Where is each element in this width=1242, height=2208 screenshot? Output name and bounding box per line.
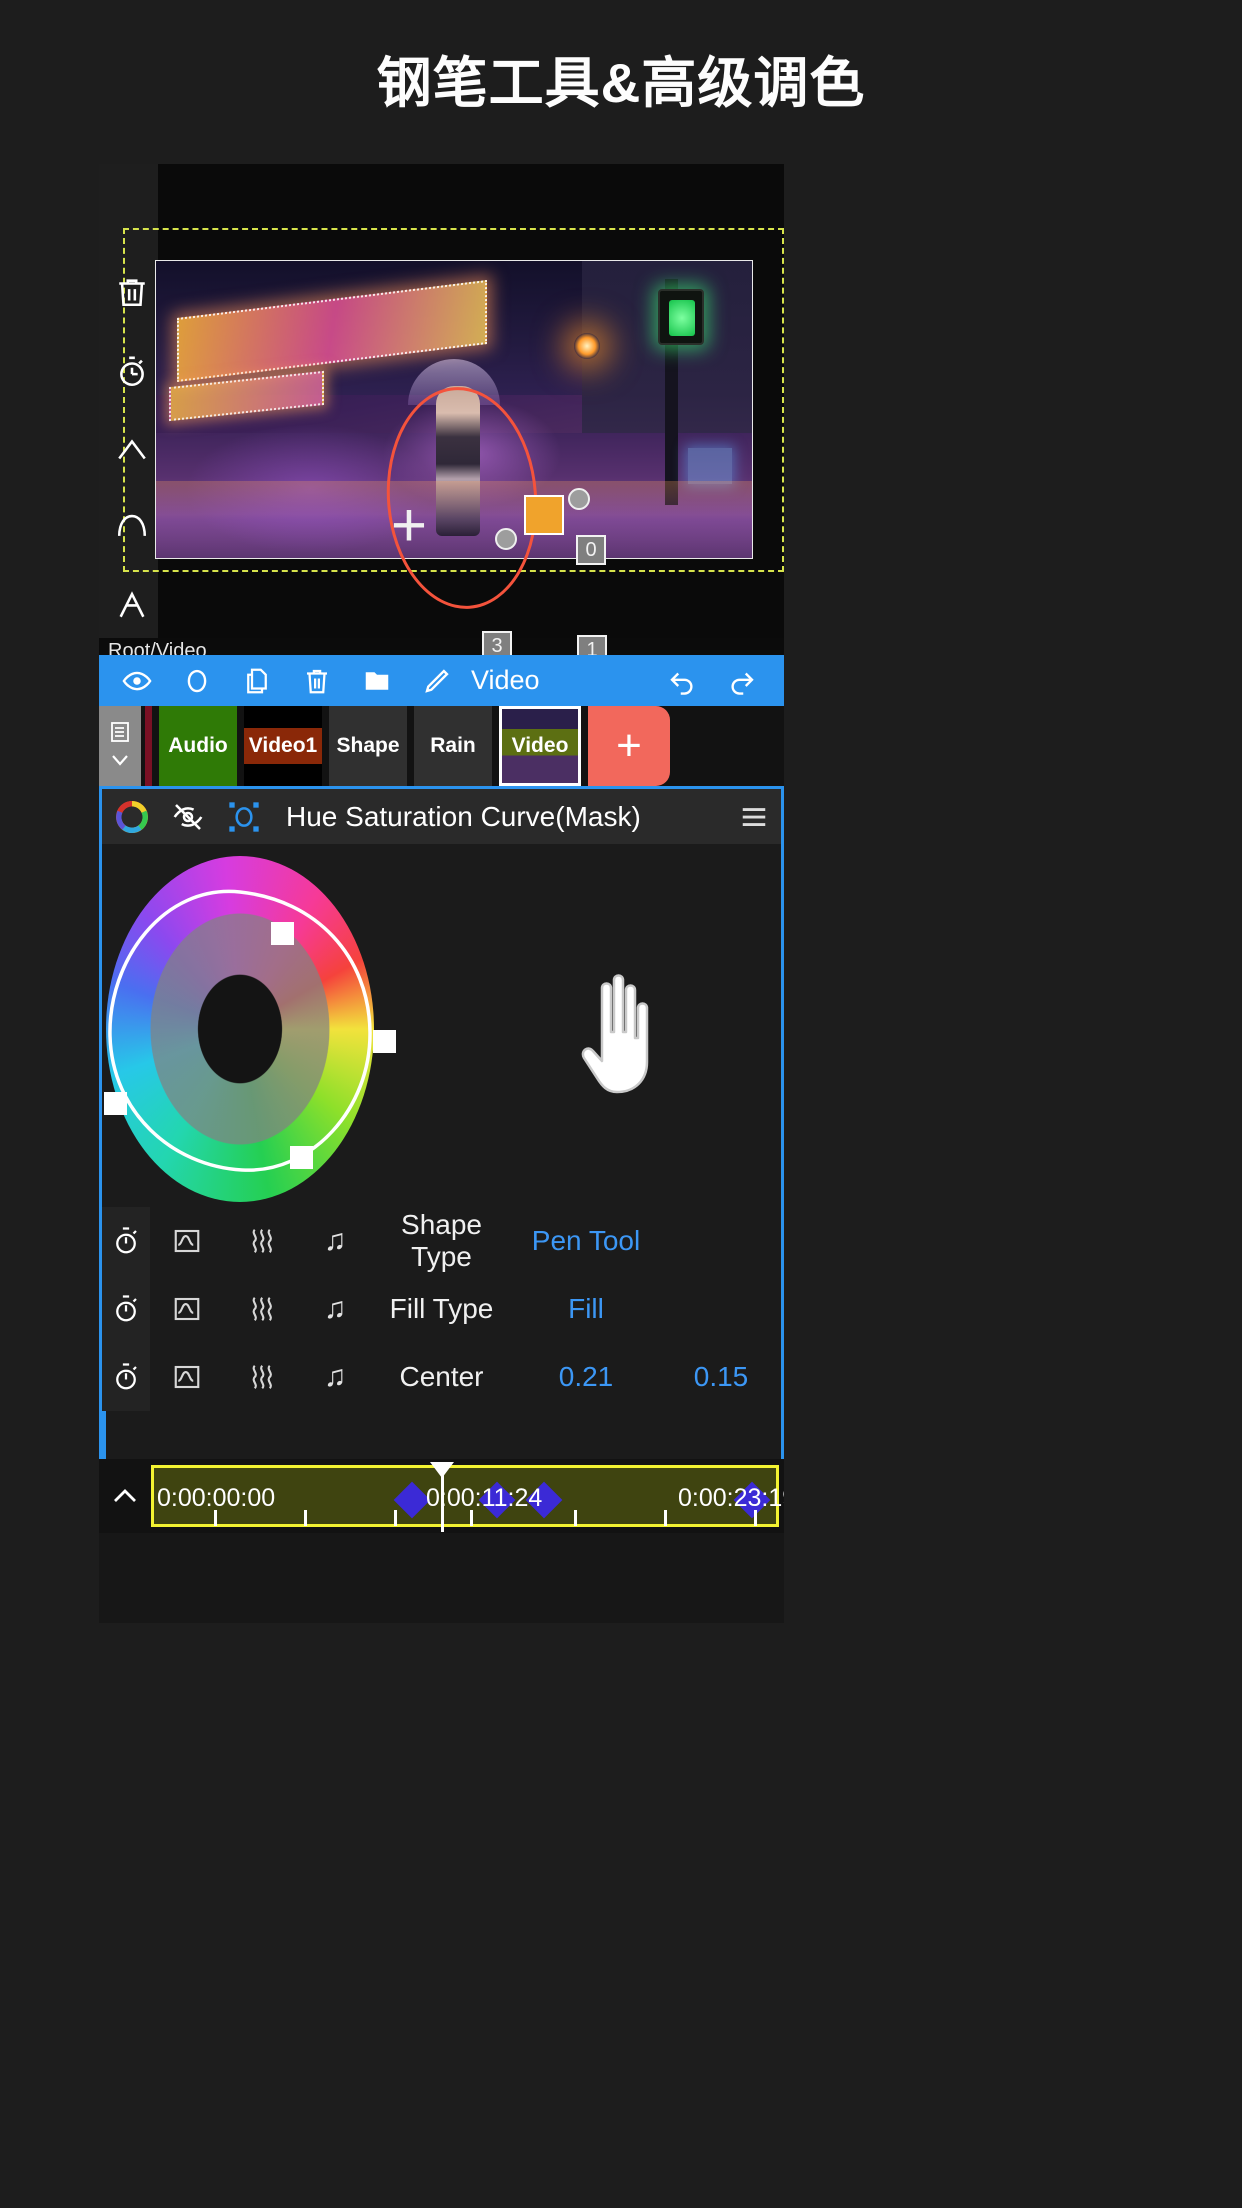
hue-curve-node[interactable] [373, 1030, 396, 1053]
clip-label: Audio [168, 734, 228, 757]
param-label: Fill Type [389, 1293, 494, 1324]
clip-video-selected[interactable]: Video [499, 706, 581, 786]
mask-selection-icon[interactable] [224, 797, 264, 837]
visibility-icon[interactable] [107, 655, 167, 706]
wave-icon[interactable] [224, 1294, 298, 1324]
mask-anchor-active[interactable] [524, 495, 564, 535]
delete-icon[interactable] [287, 655, 347, 706]
trash-icon[interactable] [110, 270, 154, 314]
timeline-track[interactable]: 0:00:00:00 0:00:11:24 0:00:23:19 [151, 1462, 784, 1532]
preview-canvas[interactable]: + 0 1 2 3 [99, 164, 784, 734]
timeline-tick [304, 1510, 307, 1526]
clip-audio[interactable]: Audio [159, 706, 237, 786]
app-screenshot: 钢笔工具&高级调色 + 0 1 3 Root/Video Video Audio… [0, 0, 1242, 2208]
effect-panel-header: Hue Saturation Curve(Mask) [102, 789, 781, 844]
param-row-center[interactable]: ♫ Center 0.21 0.15 [102, 1343, 781, 1411]
mask-node[interactable]: 0 [576, 535, 606, 565]
layer-name-label[interactable]: Video [471, 665, 540, 696]
hue-curve-node[interactable] [104, 1092, 127, 1115]
curve-graph-icon[interactable] [150, 1226, 224, 1256]
hue-curve-path[interactable] [106, 856, 374, 1202]
pen-tool-rail [108, 164, 156, 638]
timeline-tick [574, 1510, 577, 1526]
redo-icon[interactable] [712, 655, 772, 706]
param-value[interactable]: Fill [511, 1293, 661, 1325]
hamburger-menu-icon[interactable] [727, 789, 781, 844]
clip-video1[interactable]: Video1 [244, 706, 322, 786]
clip-rain[interactable]: Rain [414, 706, 492, 786]
hue-saturation-wheel-area[interactable] [102, 844, 781, 1209]
edit-pencil-icon[interactable] [407, 655, 467, 706]
folder-icon[interactable] [347, 655, 407, 706]
music-note-icon[interactable]: ♫ [298, 1224, 372, 1258]
keyframe-stopwatch-icon[interactable] [102, 1207, 150, 1275]
param-row-fill-type[interactable]: ♫ Fill Type Fill [102, 1275, 781, 1343]
chevron-up-icon[interactable] [110, 428, 154, 472]
undo-icon[interactable] [652, 655, 712, 706]
parameter-list[interactable]: ♫ Shape Type Pen Tool ♫ Fill Type Fill ♫… [102, 1207, 781, 1465]
timeline-tick [470, 1510, 473, 1526]
track-marker [145, 706, 152, 786]
move-crosshair-icon: + [390, 491, 428, 560]
duplicate-icon[interactable] [227, 655, 287, 706]
param-value[interactable]: Pen Tool [511, 1225, 661, 1257]
page-title: 钢笔工具&高级调色 [376, 52, 866, 114]
arc-icon[interactable] [110, 504, 154, 548]
timecode-end: 0:00:23:19 [678, 1484, 784, 1512]
clip-label: Video1 [248, 734, 318, 757]
timecode-start: 0:00:00:00 [157, 1484, 276, 1512]
clip-label: Video [511, 734, 569, 757]
phone-screen: + 0 1 2 3 [99, 164, 784, 1533]
stopwatch-icon[interactable] [110, 350, 154, 394]
music-note-icon[interactable]: ♫ [298, 1292, 372, 1326]
layers-list-icon[interactable] [99, 706, 141, 786]
layer-track-strip: Audio Video1 Shape Rain Video + [99, 706, 784, 786]
clip-label: Rain [430, 734, 476, 757]
effect-panel: Hue Saturation Curve(Mask) ♫ Shape Type … [99, 786, 784, 1468]
timeline-tick [394, 1510, 397, 1526]
param-label: Center [399, 1361, 484, 1392]
clip-shape[interactable]: Shape [329, 706, 407, 786]
mask-bezier-handle-1[interactable] [568, 488, 590, 510]
chevron-down-icon [112, 755, 128, 766]
hue-curve-node[interactable] [290, 1146, 313, 1169]
curve-graph-icon[interactable] [150, 1294, 224, 1324]
keyframe-stopwatch-icon[interactable] [102, 1343, 150, 1411]
param-value[interactable]: 0.21 [511, 1361, 661, 1393]
music-note-icon[interactable]: ♫ [298, 1360, 372, 1394]
mask-shape-icon[interactable] [167, 655, 227, 706]
hue-curve-node[interactable] [271, 922, 294, 945]
add-layer-button[interactable]: + [588, 706, 670, 786]
color-wheel-icon[interactable] [112, 797, 152, 837]
timeline-bar: 0:00:00:00 0:00:11:24 0:00:23:19 [99, 1459, 784, 1533]
chevron-up-icon[interactable] [99, 1459, 151, 1533]
keyframe-stopwatch-icon[interactable] [102, 1275, 150, 1343]
curve-graph-icon[interactable] [150, 1362, 224, 1392]
timeline-tick [214, 1510, 217, 1526]
wave-icon[interactable] [224, 1362, 298, 1392]
clip-label: Shape [336, 734, 400, 757]
layer-toolbar: Video [99, 655, 784, 706]
playhead[interactable] [430, 1462, 454, 1532]
keyframe-diamond[interactable] [393, 1481, 431, 1519]
eye-off-icon[interactable] [168, 797, 208, 837]
bottom-filler-strip [99, 1533, 784, 1623]
param-row-shape-type[interactable]: ♫ Shape Type Pen Tool [102, 1207, 781, 1275]
param-value-secondary[interactable]: 0.15 [661, 1361, 781, 1393]
timeline-tick [754, 1510, 757, 1526]
split-icon[interactable] [110, 582, 154, 626]
timeline-tick [664, 1510, 667, 1526]
effect-title: Hue Saturation Curve(Mask) [286, 800, 641, 832]
mask-bezier-handle-2[interactable] [495, 528, 517, 550]
wave-icon[interactable] [224, 1226, 298, 1256]
hand-cursor-icon [581, 974, 649, 1094]
clip-band: Video1 [244, 728, 322, 764]
param-label: Shape Type [401, 1209, 482, 1272]
